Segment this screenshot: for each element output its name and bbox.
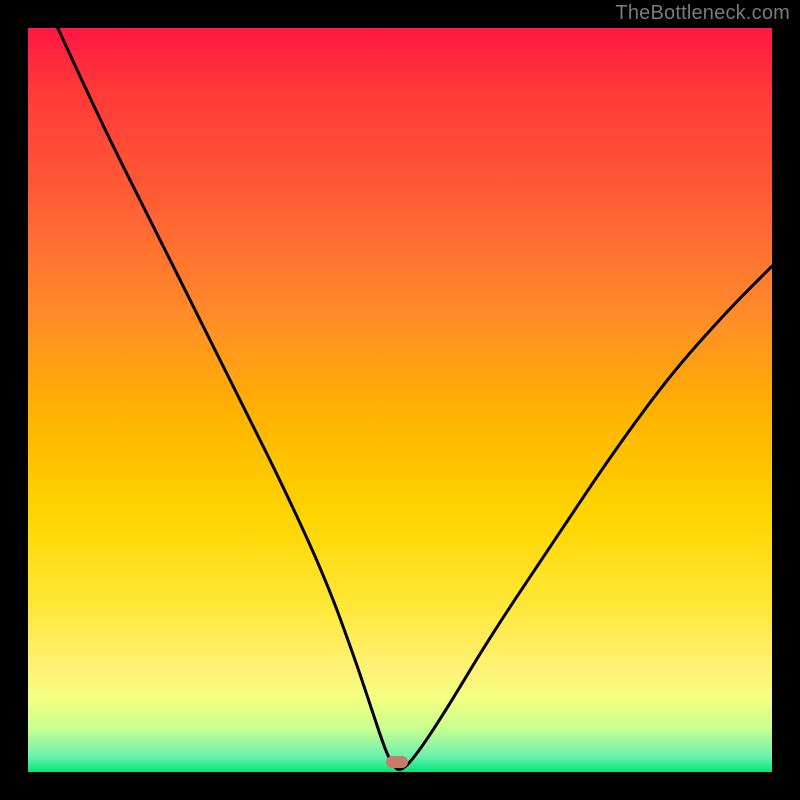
chart-frame: TheBottleneck.com [0,0,800,800]
watermark-text: TheBottleneck.com [615,2,790,25]
bottleneck-curve [28,28,772,772]
minimum-marker [386,756,408,768]
